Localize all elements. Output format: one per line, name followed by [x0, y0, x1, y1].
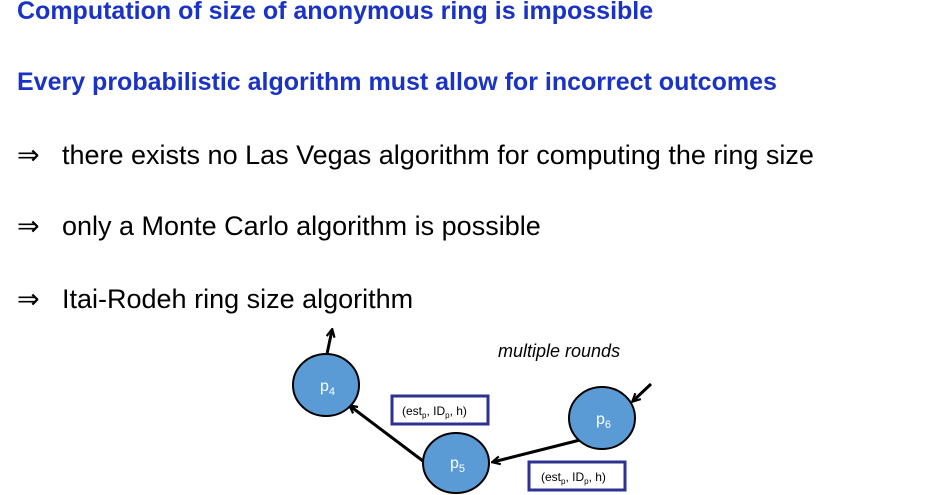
message-box-upper: (estp, IDp, h) [390, 394, 490, 426]
node-p4: p4 [292, 353, 360, 417]
node-p5: p5 [422, 432, 490, 494]
svg-text:(estp, IDp, h): (estp, IDp, h) [541, 470, 606, 486]
node-p6: p6 [568, 386, 636, 450]
arrow-into-p6 [633, 382, 653, 401]
svg-text:(estp, IDp, h): (estp, IDp, h) [402, 404, 467, 420]
diagram-caption: multiple rounds [498, 341, 620, 361]
arrow-p6-to-p5 [493, 438, 581, 462]
arrow-p4-out [325, 330, 332, 355]
message-box-lower: (estp, IDp, h) [527, 460, 627, 492]
ring-diagram: multiple rounds p4 p5 p6 (estp, IDp, h) … [292, 0, 653, 494]
